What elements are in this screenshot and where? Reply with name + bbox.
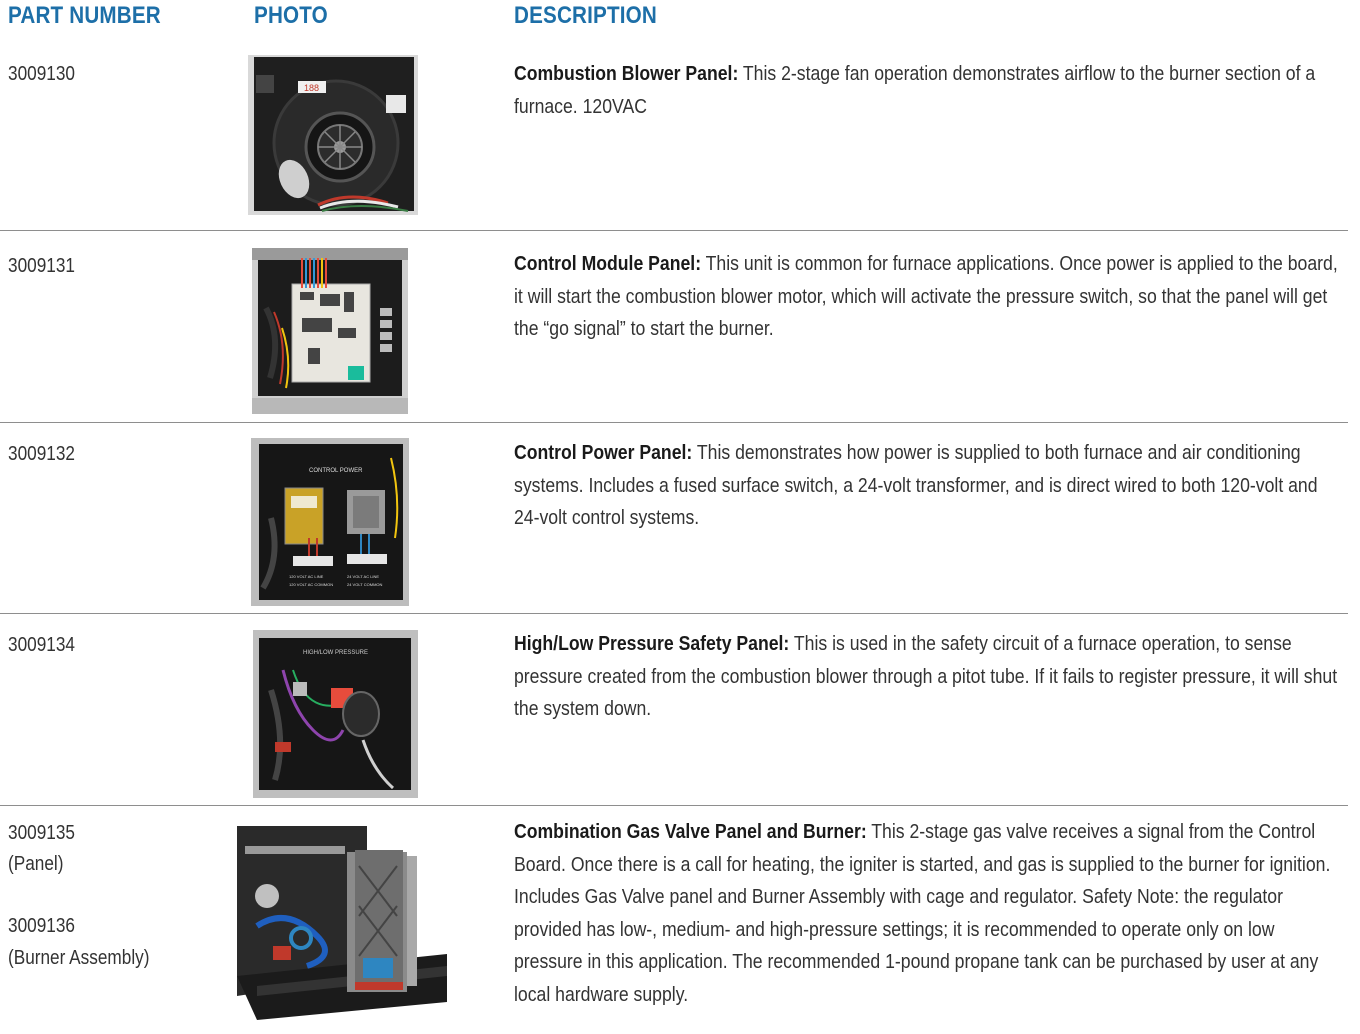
photo-control-module-panel	[252, 248, 408, 414]
photo-label-high-low-pressure: HIGH/LOW PRESSURE	[303, 650, 368, 656]
photo-label-120v-common: 120 VOLT AC COMMON	[289, 582, 333, 587]
description-3009134: High/Low Pressure Safety Panel: This is …	[514, 628, 1340, 726]
combustion-blower-image: 188	[248, 55, 418, 215]
part-note-panel: (Panel)	[8, 853, 64, 875]
description-title: Control Module Panel:	[514, 252, 702, 275]
description-title: Combustion Blower Panel:	[514, 62, 739, 85]
description-text: This 2-stage gas valve receives a signal…	[514, 820, 1331, 1006]
photo-label-24v-common: 24 VOLT COMMON	[347, 582, 383, 587]
row-divider	[0, 230, 1348, 231]
part-number-3009135: 3009135	[8, 822, 75, 844]
description-title: High/Low Pressure Safety Panel:	[514, 632, 790, 655]
parts-catalog-page: PART NUMBER PHOTO DESCRIPTION 3009130 18…	[0, 0, 1360, 1034]
part-number-3009136: 3009136	[8, 915, 75, 937]
description-3009132: Control Power Panel: This demonstrates h…	[514, 437, 1340, 535]
part-number-3009131: 3009131	[8, 255, 75, 277]
photo-high-low-pressure-panel: HIGH/LOW PRESSURE	[253, 630, 418, 798]
blower-sticker: 188	[304, 83, 319, 93]
part-note-burner-assembly: (Burner Assembly)	[8, 947, 150, 969]
part-number-3009132: 3009132	[8, 443, 75, 465]
header-part-number: PART NUMBER	[8, 2, 161, 29]
description-title: Combination Gas Valve Panel and Burner:	[514, 820, 867, 843]
control-power-image: CONTROL POWER 120 VOLT AC LINE 120 VOLT …	[251, 438, 409, 606]
description-3009131: Control Module Panel: This unit is commo…	[514, 248, 1340, 346]
row-divider	[0, 422, 1348, 423]
header-description: DESCRIPTION	[514, 2, 657, 29]
description-title: Control Power Panel:	[514, 441, 693, 464]
photo-label-24v-line: 24 VOLT AC LINE	[347, 574, 379, 579]
photo-label-120v-line: 120 VOLT AC LINE	[289, 574, 324, 579]
header-photo: PHOTO	[254, 2, 328, 29]
part-number-3009130: 3009130	[8, 63, 75, 85]
description-3009130: Combustion Blower Panel: This 2-stage fa…	[514, 58, 1340, 123]
row-divider	[0, 805, 1348, 806]
photo-label-control-power: CONTROL POWER	[309, 468, 363, 474]
part-number-3009134: 3009134	[8, 634, 75, 656]
photo-control-power-panel: CONTROL POWER 120 VOLT AC LINE 120 VOLT …	[251, 438, 409, 606]
row-divider	[0, 613, 1348, 614]
pressure-panel-image: HIGH/LOW PRESSURE	[253, 630, 418, 798]
photo-gas-valve-burner	[237, 826, 447, 1020]
photo-combustion-blower-panel: 188	[248, 55, 418, 215]
gas-valve-burner-image	[237, 826, 447, 1020]
control-module-image	[252, 248, 408, 414]
description-3009135: Combination Gas Valve Panel and Burner: …	[514, 816, 1340, 1011]
